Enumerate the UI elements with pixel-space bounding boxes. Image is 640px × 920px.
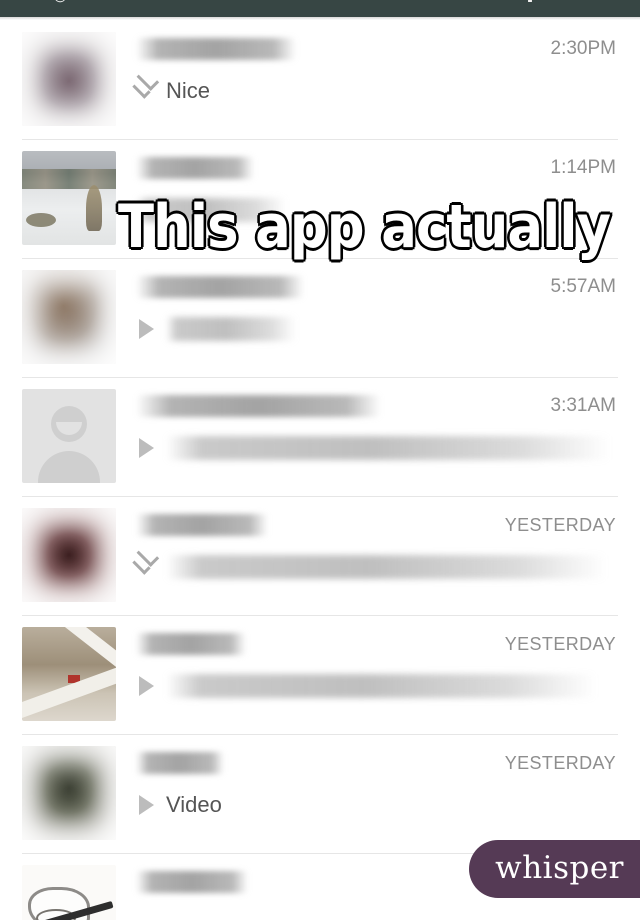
chat-icon[interactable]: ☺ xyxy=(50,0,80,4)
chat-thumbnail[interactable] xyxy=(22,746,116,840)
play-icon xyxy=(136,437,166,459)
chat-name-row: YESTERDAY xyxy=(136,633,616,655)
chat-row-body: YESTERDAY xyxy=(132,508,616,580)
post-caption: This app actually xyxy=(116,192,613,262)
chat-thumbnail[interactable] xyxy=(22,508,116,602)
play-icon xyxy=(136,318,166,340)
chat-name-row: 2:30PM xyxy=(136,38,616,60)
chat-message-text: Video xyxy=(166,792,222,817)
chat-message-row xyxy=(136,673,616,699)
contact-name-redacted xyxy=(136,633,246,655)
chat-row-body: YESTERDAY Video xyxy=(136,746,616,818)
chat-message-text: Nice xyxy=(166,78,211,103)
chat-list-item[interactable]: 2:30PM Nice xyxy=(0,20,640,139)
chat-thumbnail[interactable] xyxy=(22,270,116,364)
chat-list-item[interactable]: YESTERDAY Video xyxy=(0,734,640,853)
chat-row-body: 2:30PM Nice xyxy=(132,32,616,104)
chat-message-row xyxy=(132,554,616,580)
contact-name-redacted xyxy=(136,871,248,893)
contact-name-redacted xyxy=(136,752,224,774)
chat-timestamp: 5:57AM xyxy=(550,276,616,297)
chat-name-row: YESTERDAY xyxy=(136,752,616,774)
chat-message-redacted xyxy=(166,555,606,579)
contact-name-redacted xyxy=(136,276,304,298)
chat-message-row xyxy=(136,435,616,461)
chat-list-item[interactable]: 5:57AM xyxy=(0,258,640,377)
contact-name-redacted xyxy=(136,38,296,60)
double-check-icon xyxy=(132,80,166,102)
chat-message-row: Nice xyxy=(132,78,616,104)
chat-row-body: 3:31AM xyxy=(136,389,616,461)
chat-list-item[interactable]: 3:31AM xyxy=(0,377,640,496)
contact-name-redacted xyxy=(136,157,254,179)
chat-thumbnail[interactable] xyxy=(22,151,116,245)
contact-name-redacted xyxy=(136,514,268,536)
chat-thumbnail[interactable] xyxy=(22,865,116,920)
contact-name-redacted xyxy=(136,395,381,417)
chat-timestamp: YESTERDAY xyxy=(504,753,616,773)
play-icon xyxy=(136,675,166,697)
chat-message-redacted xyxy=(166,436,610,460)
chat-thumbnail[interactable] xyxy=(22,627,116,721)
app-bar: ☺ xyxy=(0,0,640,17)
chat-name-row: 3:31AM xyxy=(136,395,616,417)
chat-message-row: Video xyxy=(136,792,616,818)
chat-row-body: YESTERDAY xyxy=(136,627,616,699)
double-check-icon xyxy=(132,556,166,578)
chat-row-body: 5:57AM xyxy=(136,270,616,342)
chat-list-item[interactable]: YESTERDAY xyxy=(0,615,640,734)
chat-timestamp: 1:14PM xyxy=(550,157,616,178)
chat-message-row xyxy=(136,316,616,342)
overflow-menu-icon[interactable] xyxy=(526,0,534,2)
play-icon xyxy=(136,794,166,816)
chat-timestamp: 3:31AM xyxy=(550,395,616,416)
chat-thumbnail[interactable] xyxy=(22,32,116,126)
whisper-post-screenshot: ☺ 2:30PM Nice xyxy=(0,0,640,920)
chat-list[interactable]: 2:30PM Nice 1:14PM 5:57AM 3:31AM YESTERD… xyxy=(0,20,640,920)
chat-name-row: YESTERDAY xyxy=(136,514,616,536)
chat-message-redacted xyxy=(166,317,296,341)
chat-timestamp: YESTERDAY xyxy=(504,634,616,654)
whisper-logo-badge: whisper xyxy=(469,840,640,898)
chat-list-item[interactable]: YESTERDAY xyxy=(0,496,640,615)
default-avatar[interactable] xyxy=(22,389,116,483)
chat-name-row: 5:57AM xyxy=(136,276,616,298)
chat-timestamp: YESTERDAY xyxy=(504,515,616,535)
chat-name-row: 1:14PM xyxy=(136,157,616,179)
chat-message-redacted xyxy=(166,674,596,698)
chat-timestamp: 2:30PM xyxy=(550,38,616,59)
